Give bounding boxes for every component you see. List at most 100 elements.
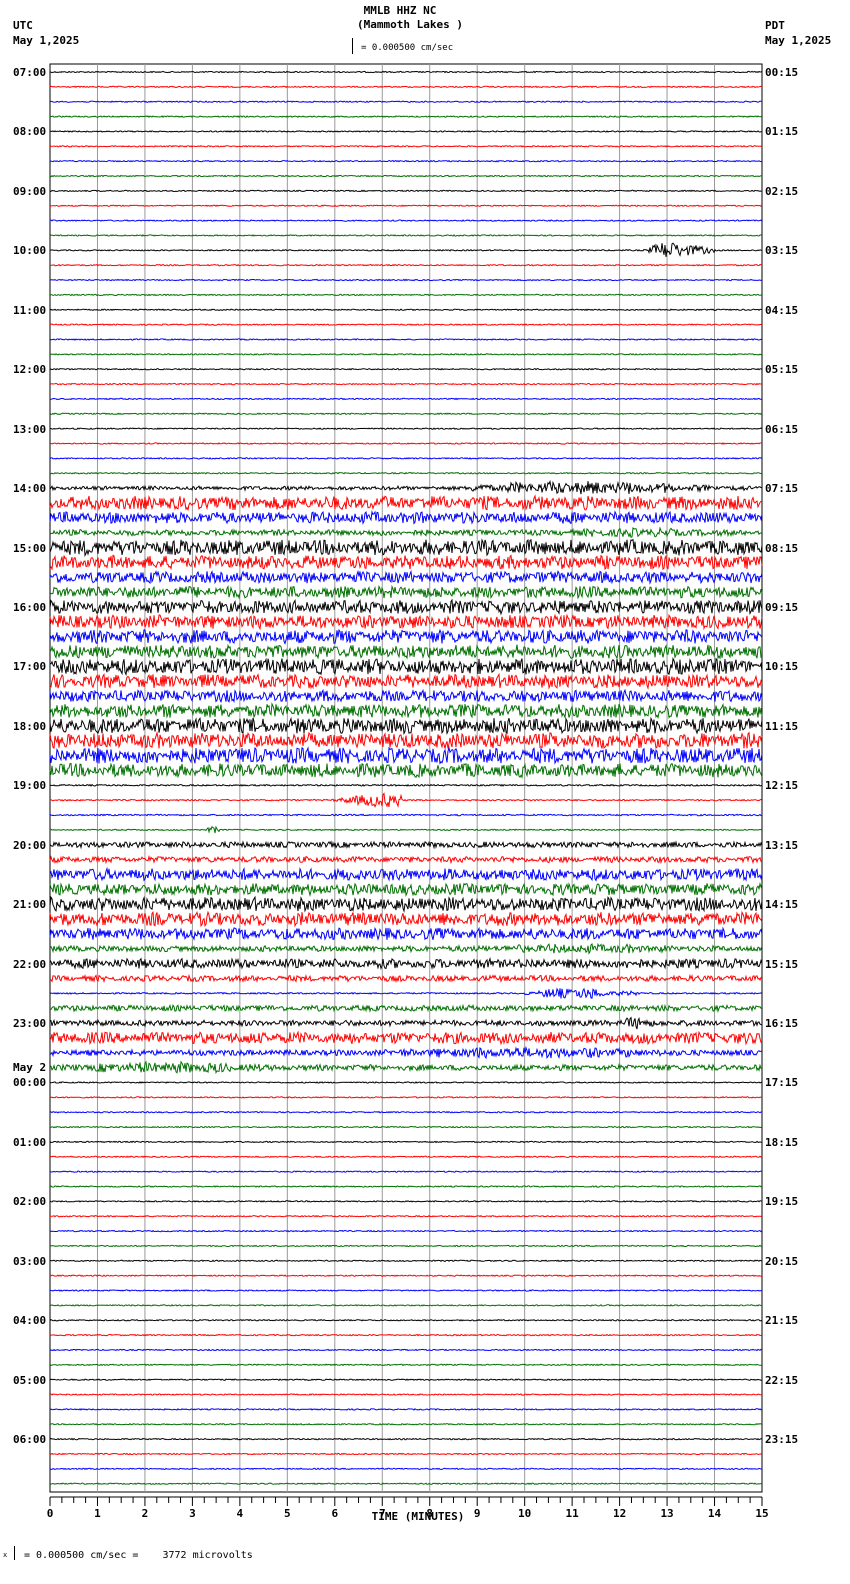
pdt-hour-label: 08:15: [765, 541, 799, 555]
trace-line: [49, 70, 763, 74]
utc-hour-label: 12:00: [13, 363, 47, 377]
x-tick-label: 11: [565, 1507, 579, 1520]
trace-line: [49, 762, 763, 779]
trace-line: [49, 323, 763, 326]
utc-hour-label: 07:00: [13, 66, 47, 79]
trace-line: [50, 1016, 763, 1030]
trace-line: [49, 189, 763, 193]
trace-line: [49, 479, 763, 495]
pdt-hour-label: 06:15: [765, 422, 799, 436]
pdt-hour-label: 00:15: [765, 66, 799, 79]
x-tick-label: 8: [426, 1507, 434, 1520]
trace-line: [49, 866, 763, 882]
trace-line: [49, 219, 763, 222]
x-tick-label: 5: [284, 1507, 291, 1520]
trace-line: [50, 427, 763, 430]
x-tick-label: 6: [331, 1507, 339, 1520]
trace-line: [50, 792, 763, 809]
trace-line: [49, 174, 763, 178]
trace-line: [49, 702, 763, 720]
trace-line: [49, 613, 763, 631]
utc-hour-label: 13:00: [13, 422, 47, 436]
trace-line: [49, 716, 763, 736]
trace-line: [50, 1170, 762, 1173]
utc-hour-label: 19:00: [13, 779, 47, 793]
trace-line: [49, 1155, 763, 1159]
utc-hour-label: 21:00: [13, 898, 47, 912]
trace-line: [49, 854, 763, 865]
trace-line: [49, 628, 763, 645]
trace-line: [49, 1110, 763, 1114]
trace-line: [50, 1274, 763, 1277]
pdt-hour-label: 02:15: [765, 184, 799, 198]
pdt-hour-label: 07:15: [765, 482, 799, 496]
pdt-hour-label: 13:15: [765, 838, 799, 852]
trace-line: [49, 338, 763, 341]
trace-line: [49, 956, 763, 970]
pdt-hour-label: 14:15: [765, 898, 799, 912]
pdt-hour-label: 18:15: [765, 1135, 799, 1149]
trace-line: [49, 1452, 763, 1456]
utc-hour-label: 05:00: [13, 1373, 47, 1387]
utc-hour-label: 22:00: [13, 957, 47, 971]
pdt-hour-label: 22:15: [765, 1373, 799, 1387]
pdt-hour-label: 03:15: [765, 244, 799, 258]
x-tick-label: 13: [660, 1507, 674, 1520]
trace-line: [49, 263, 763, 267]
trace-line: [49, 1348, 763, 1352]
x-tick-label: 12: [612, 1507, 627, 1520]
trace-line: [49, 1125, 763, 1129]
trace-line: [49, 672, 763, 690]
trace-line: [49, 643, 763, 660]
utc-hour-label: 09:00: [13, 184, 47, 198]
x-tick-label: 1: [94, 1507, 101, 1520]
trace-line: [49, 1214, 763, 1218]
trace-line: [49, 145, 763, 148]
trace-line: [49, 1333, 763, 1337]
trace-line: [49, 1408, 763, 1411]
trace-line: [49, 100, 763, 103]
trace-line: [49, 1140, 763, 1144]
pdt-hour-label: 23:15: [765, 1433, 799, 1447]
utc-hour-label: 15:00: [13, 541, 47, 555]
trace-line: [49, 657, 763, 676]
pdt-hour-label: 21:15: [765, 1314, 799, 1328]
trace-line: [49, 278, 762, 282]
trace-line: [49, 731, 763, 750]
trace-line: [49, 204, 763, 208]
trace-line: [49, 569, 763, 585]
utc-hour-label: 11:00: [13, 303, 47, 317]
pdt-hour-label: 20:15: [765, 1254, 799, 1268]
trace-line: [49, 1045, 763, 1060]
trace-line: [49, 510, 763, 525]
trace-line: [49, 987, 763, 999]
trace-line: [49, 1437, 763, 1441]
x-tick-label: 0: [46, 1507, 54, 1520]
utc-hour-label: 17:00: [13, 660, 47, 674]
trace-line: [49, 1003, 763, 1014]
trace-line: [49, 1030, 763, 1046]
trace-line: [49, 584, 763, 600]
helicorder: MMLB HHZ NC (Mammoth Lakes ) UTC May 1,2…: [0, 0, 850, 1584]
utc-hour-label: 20:00: [13, 838, 47, 852]
x-tick-label: 10: [518, 1507, 532, 1520]
trace-line: [49, 471, 763, 475]
trace-line: [49, 1095, 763, 1099]
trace-line: [49, 840, 763, 850]
pdt-hour-label: 19:15: [765, 1195, 799, 1209]
trace-line: [49, 881, 763, 898]
x-tick-label: 15: [755, 1507, 769, 1520]
utc-hour-label: 10:00: [13, 244, 47, 258]
trace-line: [49, 973, 763, 984]
x-tick-label: 2: [141, 1507, 149, 1520]
trace-line: [49, 293, 763, 297]
utc-hour-label: 23:00: [13, 1017, 47, 1031]
trace-line: [49, 942, 763, 955]
utc-hour-label: 01:00: [13, 1135, 47, 1149]
trace-line: [49, 1318, 763, 1322]
trace-line: [49, 457, 763, 460]
x-tick-label: 4: [236, 1507, 244, 1520]
trace-line: [49, 115, 763, 118]
trace-line: [49, 1363, 763, 1367]
trace-line: [49, 1289, 763, 1292]
